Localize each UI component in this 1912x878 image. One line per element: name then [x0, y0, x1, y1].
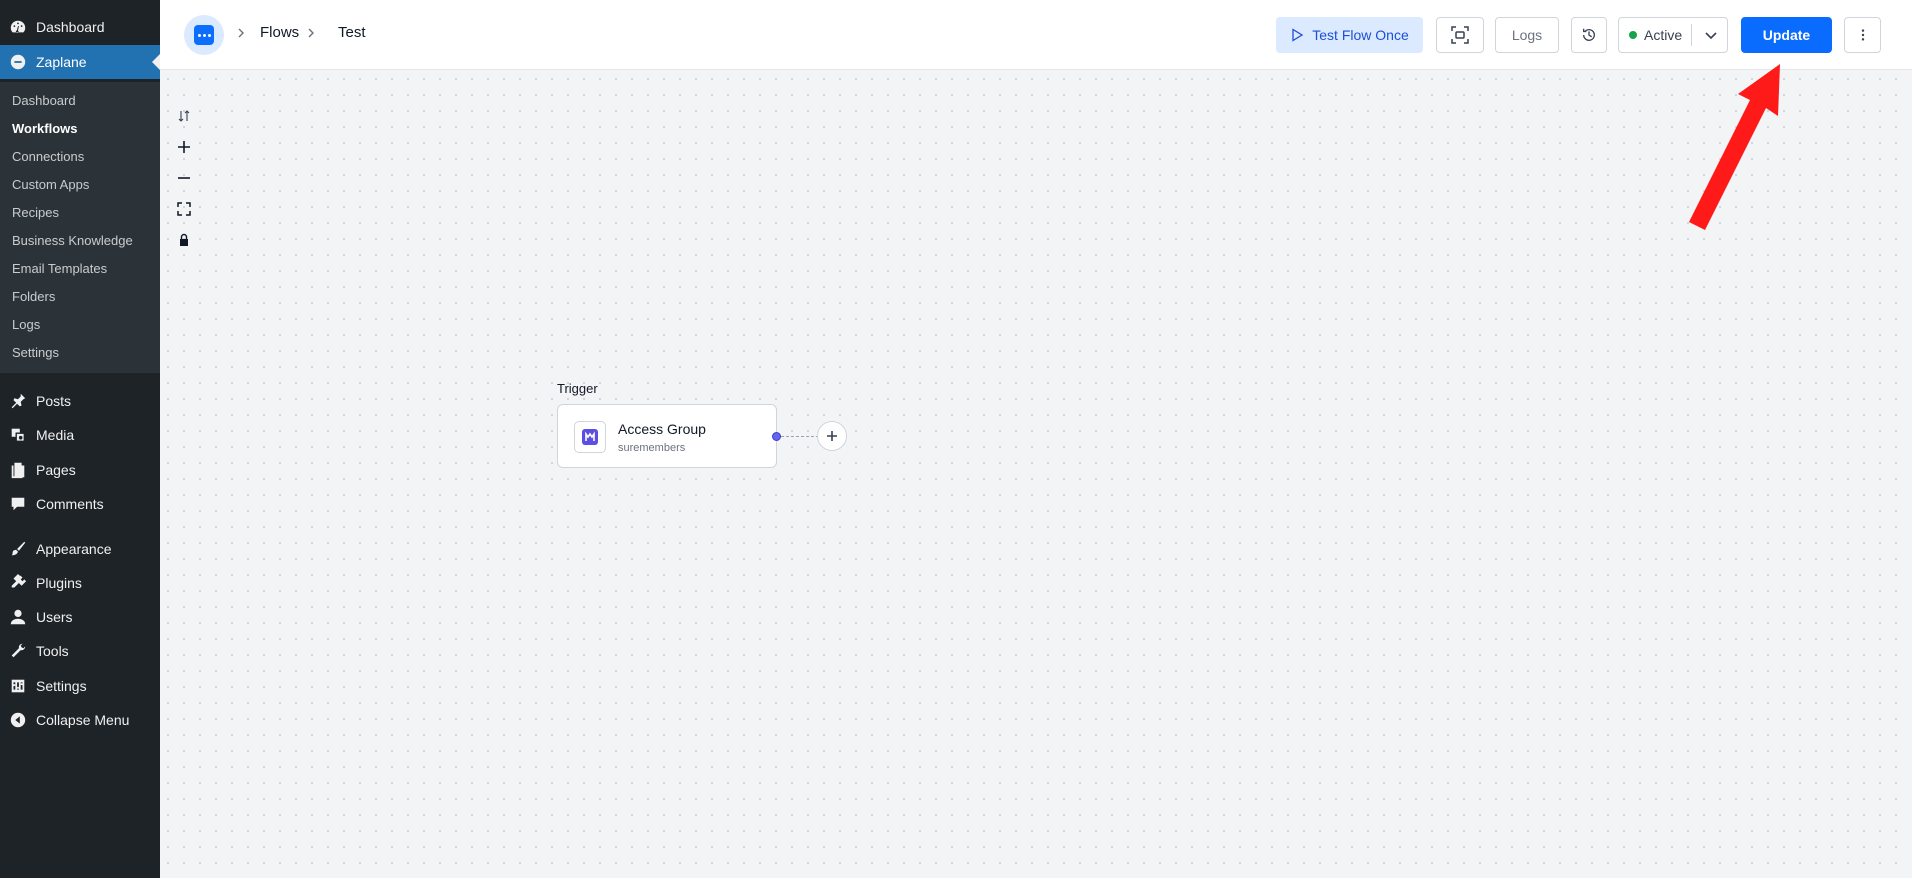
- fit-view-control[interactable]: [174, 199, 194, 219]
- admin-sidebar: Dashboard Zaplane Dashboard Workflows Co…: [0, 0, 160, 878]
- user-icon: [0, 608, 36, 626]
- status-value: Active: [1644, 27, 1683, 43]
- submenu-settings[interactable]: Settings: [12, 340, 59, 364]
- divider: [1691, 24, 1692, 46]
- menu-label: Pages: [36, 462, 76, 478]
- breadcrumb-current: Test: [338, 24, 366, 41]
- zoom-out-control[interactable]: [174, 168, 194, 188]
- chevron-down-icon[interactable]: [1703, 27, 1719, 43]
- node-subtitle: suremembers: [618, 442, 686, 454]
- menu-label: Users: [36, 609, 73, 625]
- logs-button[interactable]: Logs: [1495, 17, 1559, 53]
- collapse-menu-button[interactable]: Collapse Menu: [0, 703, 160, 737]
- status-select[interactable]: Active: [1618, 17, 1728, 53]
- zoom-in-control[interactable]: [174, 137, 194, 157]
- annotation-arrow: [1689, 64, 1780, 230]
- trigger-node[interactable]: Access Group suremembers: [557, 404, 777, 468]
- menu-item-settings[interactable]: Settings: [0, 669, 160, 703]
- collapse-icon: [0, 711, 36, 729]
- minus-icon: [178, 177, 190, 179]
- status-dot: [1629, 31, 1637, 39]
- menu-label: Collapse Menu: [36, 712, 130, 728]
- wrench-icon: [0, 642, 36, 660]
- submenu-custom-apps[interactable]: Custom Apps: [12, 172, 89, 196]
- menu-label: Tools: [36, 643, 69, 659]
- chevron-right-icon: [306, 26, 316, 40]
- menu-item-tools[interactable]: Tools: [0, 634, 160, 668]
- add-step-button[interactable]: [817, 421, 847, 451]
- node-title: Access Group: [618, 421, 706, 437]
- pages-icon: [0, 461, 36, 479]
- trigger-label: Trigger: [557, 381, 598, 396]
- submenu-business-knowledge[interactable]: Business Knowledge: [12, 228, 133, 252]
- kebab-menu-icon: [1861, 29, 1864, 41]
- app-logo[interactable]: [184, 15, 224, 55]
- pin-icon: [0, 392, 36, 410]
- menu-label: Dashboard: [36, 19, 105, 35]
- test-flow-button[interactable]: Test Flow Once: [1276, 17, 1423, 53]
- menu-item-users[interactable]: Users: [0, 600, 160, 634]
- workflow-canvas[interactable]: Trigger Access Group suremembers: [160, 71, 1912, 878]
- history-icon: [1583, 28, 1595, 41]
- comment-icon: [0, 495, 36, 513]
- menu-label: Media: [36, 427, 75, 443]
- submenu-email-templates[interactable]: Email Templates: [12, 256, 107, 280]
- submenu-folders[interactable]: Folders: [12, 284, 55, 308]
- suremembers-icon: [574, 421, 606, 453]
- node-connector-line: [781, 436, 819, 437]
- zaplane-submenu: Dashboard Workflows Connections Custom A…: [0, 82, 160, 373]
- more-options-button[interactable]: [1844, 17, 1881, 53]
- submenu-connections[interactable]: Connections: [12, 144, 84, 168]
- zaplane-icon: [0, 53, 36, 71]
- lock-control[interactable]: [174, 230, 194, 250]
- menu-item-media[interactable]: Media: [0, 418, 160, 452]
- chevron-right-icon: [236, 26, 246, 40]
- focus-icon: [1451, 26, 1469, 44]
- menu-label: Plugins: [36, 575, 82, 591]
- menu-item-posts[interactable]: Posts: [0, 384, 160, 418]
- update-button[interactable]: Update: [1741, 17, 1832, 53]
- test-flow-label: Test Flow Once: [1312, 27, 1409, 43]
- menu-item-dashboard[interactable]: Dashboard: [0, 10, 160, 44]
- breadcrumb-flows[interactable]: Flows: [260, 24, 299, 41]
- media-icon: [0, 426, 36, 444]
- menu-item-plugins[interactable]: Plugins: [0, 566, 160, 600]
- menu-label: Comments: [36, 496, 104, 512]
- plus-icon: [827, 431, 837, 441]
- menu-item-appearance[interactable]: Appearance: [0, 532, 160, 566]
- plus-icon: [178, 141, 190, 153]
- play-icon: [1292, 28, 1304, 42]
- workflow-header: Flows Test Test Flow Once Logs Active Up…: [160, 0, 1912, 70]
- settings-icon: [0, 677, 36, 695]
- history-button[interactable]: [1571, 17, 1607, 53]
- sort-arrows-icon: [178, 110, 190, 122]
- submenu-recipes[interactable]: Recipes: [12, 200, 59, 224]
- dashboard-icon: [0, 18, 36, 36]
- menu-label: Settings: [36, 678, 87, 694]
- menu-item-zaplane[interactable]: Zaplane: [0, 45, 160, 79]
- screenshot-button[interactable]: [1436, 17, 1484, 53]
- submenu-logs[interactable]: Logs: [12, 312, 40, 336]
- submenu-dashboard[interactable]: Dashboard: [12, 88, 76, 112]
- menu-label: Posts: [36, 393, 72, 409]
- menu-item-comments[interactable]: Comments: [0, 487, 160, 521]
- fullscreen-icon: [177, 202, 191, 216]
- menu-label: Appearance: [36, 541, 112, 557]
- sort-layout-control[interactable]: [174, 106, 194, 126]
- lock-icon: [180, 233, 188, 246]
- submenu-workflows[interactable]: Workflows: [12, 116, 78, 140]
- zaplane-logo-icon: [194, 25, 214, 45]
- paintbrush-icon: [0, 540, 36, 558]
- current-menu-arrow: [152, 54, 160, 70]
- node-output-handle[interactable]: [772, 432, 781, 441]
- plugin-icon: [0, 574, 36, 592]
- menu-label: Zaplane: [36, 54, 87, 70]
- canvas-scrollbar[interactable]: [1905, 71, 1912, 878]
- menu-item-pages[interactable]: Pages: [0, 453, 160, 487]
